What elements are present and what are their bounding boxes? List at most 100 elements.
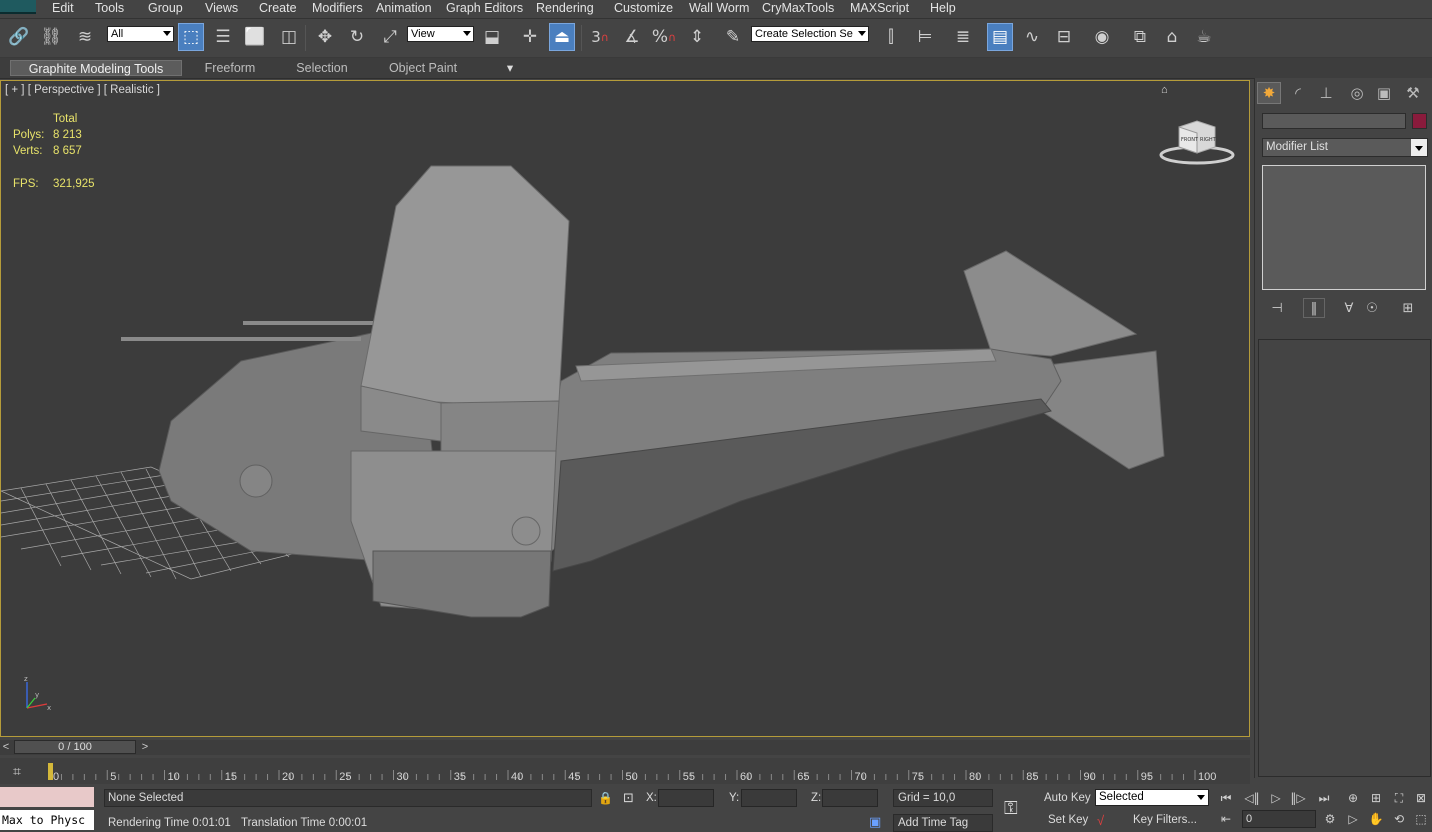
- zoom-icon[interactable]: ⊕: [1343, 789, 1363, 807]
- next-frame-button[interactable]: >: [138, 740, 152, 755]
- time-configuration-icon[interactable]: ⚙: [1320, 810, 1340, 828]
- maxscript-listener-input[interactable]: Max to Physc: [0, 810, 94, 830]
- auto-key-button[interactable]: Auto Key: [1044, 792, 1091, 804]
- graphite-modeling-tools-toggle-icon[interactable]: ▤: [987, 23, 1013, 51]
- key-curve-icon[interactable]: √: [1097, 813, 1104, 828]
- create-panel-tab-icon[interactable]: ✸: [1257, 82, 1281, 104]
- unlink-selection-icon[interactable]: ⛓: [38, 23, 64, 51]
- application-logo-button[interactable]: [0, 0, 36, 14]
- menu-animation[interactable]: Animation: [376, 1, 432, 15]
- hierarchy-panel-tab-icon[interactable]: ⊥: [1314, 82, 1338, 104]
- absolute-mode-transform-icon[interactable]: ⊡: [623, 790, 634, 806]
- menu-graph-editors[interactable]: Graph Editors: [446, 1, 523, 15]
- show-end-result-icon[interactable]: ‖: [1303, 298, 1325, 318]
- select-and-scale-icon[interactable]: ⤢: [377, 23, 403, 51]
- selection-filter-dropdown[interactable]: All: [107, 26, 174, 42]
- time-slider-thumb[interactable]: 0 / 100: [14, 740, 136, 754]
- menu-customize[interactable]: Customize: [614, 1, 673, 15]
- angle-snap-toggle-icon[interactable]: ∡: [619, 23, 645, 51]
- bind-to-space-warp-icon[interactable]: ≋: [72, 23, 98, 51]
- previous-key-icon[interactable]: ◁‖: [1242, 789, 1262, 807]
- orbit-icon[interactable]: ⟲: [1389, 810, 1409, 828]
- tab-object-paint[interactable]: Object Paint: [382, 60, 464, 76]
- select-and-rotate-icon[interactable]: ↻: [344, 23, 370, 51]
- snaps-toggle-icon[interactable]: 3 ∩: [587, 23, 613, 51]
- rectangular-selection-region-icon[interactable]: ⬜: [242, 23, 268, 51]
- schematic-view-icon[interactable]: ⊟: [1051, 23, 1077, 51]
- menu-rendering[interactable]: Rendering: [536, 1, 594, 15]
- tab-freeform[interactable]: Freeform: [196, 60, 264, 76]
- reference-coordinate-dropdown[interactable]: View: [407, 26, 474, 42]
- select-and-link-icon[interactable]: 🔗: [6, 23, 32, 51]
- field-of-view-icon[interactable]: ▷: [1343, 810, 1363, 828]
- tab-graphite-modeling-tools[interactable]: Graphite Modeling Tools: [10, 60, 182, 76]
- maxscript-listener-output[interactable]: [0, 787, 94, 807]
- remove-modifier-icon[interactable]: ☉: [1361, 298, 1383, 318]
- ribbon-options-dropdown[interactable]: ▾: [497, 60, 523, 76]
- pin-stack-icon[interactable]: ⊣: [1266, 298, 1288, 318]
- zoom-extents-all-icon[interactable]: ⊠: [1411, 789, 1431, 807]
- set-key-button[interactable]: Set Key: [1048, 814, 1088, 826]
- menu-wall-worm[interactable]: Wall Worm: [689, 1, 749, 15]
- select-by-name-icon[interactable]: ☰: [210, 23, 236, 51]
- key-mode-toggle-icon[interactable]: ⇤: [1216, 810, 1236, 828]
- key-filters-button[interactable]: Key Filters...: [1133, 814, 1197, 826]
- zoom-extents-icon[interactable]: ⛶: [1389, 789, 1409, 807]
- menu-modifiers[interactable]: Modifiers: [312, 1, 363, 15]
- key-mode-dropdown[interactable]: Selected: [1095, 789, 1209, 806]
- pan-view-icon[interactable]: ✋: [1366, 810, 1386, 828]
- perspective-viewport[interactable]: [ + ] [ Perspective ] [ Realistic ] Tota…: [0, 80, 1250, 737]
- layer-manager-icon[interactable]: ≣: [950, 23, 976, 51]
- play-icon[interactable]: ▷: [1266, 789, 1286, 807]
- object-name-field[interactable]: [1262, 113, 1406, 129]
- material-editor-icon[interactable]: ◉: [1089, 23, 1115, 51]
- add-time-tag-text[interactable]: Add Time Tag: [898, 817, 968, 829]
- zoom-all-icon[interactable]: ⊞: [1366, 789, 1386, 807]
- menu-tools[interactable]: Tools: [95, 1, 124, 15]
- time-tag-icon[interactable]: ▣: [869, 814, 881, 830]
- named-selection-sets-dropdown[interactable]: Create Selection Se: [751, 26, 869, 42]
- lock-selection-icon[interactable]: 🔒: [598, 791, 613, 805]
- align-icon[interactable]: ⊨: [912, 23, 938, 51]
- curve-editor-icon[interactable]: ∿: [1019, 23, 1045, 51]
- select-and-move-icon[interactable]: ✥: [312, 23, 338, 51]
- window-crossing-icon[interactable]: ◫: [276, 23, 302, 51]
- keyboard-shortcut-override-icon[interactable]: ⏏: [549, 23, 575, 51]
- menu-group[interactable]: Group: [148, 1, 183, 15]
- edit-named-selection-icon[interactable]: ✎: [720, 23, 746, 51]
- go-to-end-icon[interactable]: ⏭: [1314, 789, 1334, 807]
- y-coordinate-input[interactable]: [741, 789, 797, 807]
- motion-panel-tab-icon[interactable]: ◎: [1345, 82, 1369, 104]
- scene-model[interactable]: [1, 81, 1249, 736]
- menu-edit[interactable]: Edit: [52, 1, 74, 15]
- time-slider-track[interactable]: [0, 740, 1250, 755]
- mirror-icon[interactable]: ⫿: [878, 23, 904, 51]
- x-coordinate-input[interactable]: [658, 789, 714, 807]
- previous-frame-button[interactable]: <: [0, 740, 12, 755]
- menu-crymaxtools[interactable]: CryMaxTools: [762, 1, 834, 15]
- render-setup-icon[interactable]: ⧉: [1127, 23, 1153, 51]
- utilities-panel-tab-icon[interactable]: ⚒: [1401, 82, 1425, 104]
- go-to-start-icon[interactable]: ⏮: [1216, 789, 1236, 807]
- menu-views[interactable]: Views: [205, 1, 238, 15]
- modifier-stack-list[interactable]: [1262, 165, 1426, 290]
- configure-modifier-sets-icon[interactable]: ⊞: [1397, 298, 1419, 318]
- maximize-viewport-icon[interactable]: ⬚: [1411, 810, 1431, 828]
- display-panel-tab-icon[interactable]: ▣: [1372, 82, 1396, 104]
- menu-help[interactable]: Help: [930, 1, 956, 15]
- z-coordinate-input[interactable]: [822, 789, 878, 807]
- select-object-icon[interactable]: ⬚: [178, 23, 204, 51]
- make-unique-icon[interactable]: ∀: [1338, 298, 1360, 318]
- spinner-snap-toggle-icon[interactable]: ⇕: [684, 23, 710, 51]
- percent-snap-toggle-icon[interactable]: % ∩: [651, 23, 677, 51]
- command-panel-rollout-area[interactable]: [1258, 339, 1431, 777]
- tab-selection[interactable]: Selection: [288, 60, 356, 76]
- open-mini-curve-editor-icon[interactable]: ⌗: [4, 760, 30, 782]
- modify-panel-tab-icon[interactable]: ◜: [1286, 82, 1310, 104]
- object-color-swatch[interactable]: [1412, 113, 1427, 129]
- modifier-list-dropdown[interactable]: Modifier List: [1262, 138, 1428, 157]
- use-pivot-center-icon[interactable]: ⬓: [479, 23, 505, 51]
- select-and-manipulate-icon[interactable]: ✛: [517, 23, 543, 51]
- rendered-frame-window-icon[interactable]: ⌂: [1159, 23, 1185, 51]
- current-frame-input[interactable]: 0: [1242, 810, 1316, 828]
